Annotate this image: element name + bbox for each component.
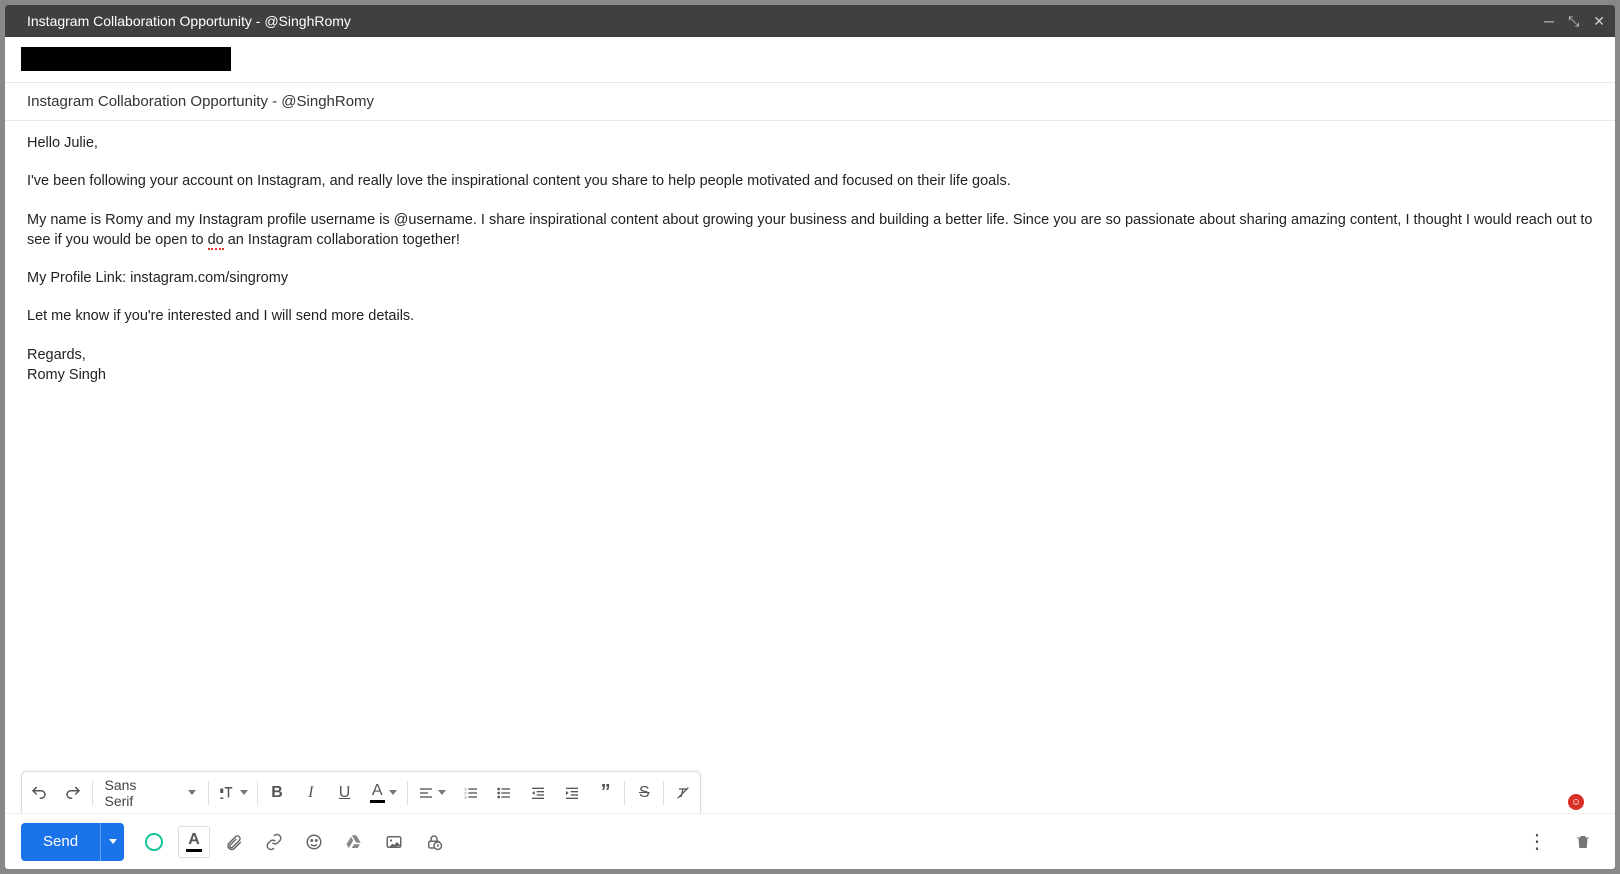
italic-button[interactable]: I — [294, 773, 328, 813]
send-button[interactable]: Send — [21, 823, 100, 861]
recipient-chip-redacted[interactable] — [21, 47, 231, 71]
body-signature: Romy Singh — [27, 365, 1593, 385]
numbered-list-button[interactable]: 123 — [454, 773, 488, 813]
chevron-down-icon — [438, 790, 446, 795]
chevron-down-icon — [240, 790, 248, 795]
body-p2-spellerror: do — [208, 232, 224, 250]
svg-text:3: 3 — [464, 794, 467, 799]
body-p2-after: an Instagram collaboration together! — [224, 232, 460, 248]
insert-emoji-button[interactable] — [298, 826, 330, 858]
body-signoff: Regards, — [27, 345, 1593, 365]
text-color-button[interactable]: A — [361, 773, 405, 813]
attach-file-button[interactable] — [218, 826, 250, 858]
format-toolbar: Sans Serif B I U A 123 — [21, 771, 701, 813]
separator — [624, 781, 625, 805]
bold-button[interactable]: B — [260, 773, 294, 813]
font-family-select[interactable]: Sans Serif — [95, 777, 207, 809]
body-p4: Let me know if you're interested and I w… — [27, 306, 1593, 326]
recipient-row[interactable] — [5, 37, 1615, 83]
redo-button[interactable] — [56, 773, 90, 813]
font-size-button[interactable] — [211, 773, 255, 813]
align-button[interactable] — [410, 773, 454, 813]
discard-draft-button[interactable] — [1567, 826, 1599, 858]
insert-link-button[interactable] — [258, 826, 290, 858]
separator — [257, 781, 258, 805]
separator — [407, 781, 408, 805]
email-body[interactable]: Hello Julie, I've been following your ac… — [5, 121, 1615, 771]
strikethrough-button[interactable]: S — [627, 773, 661, 813]
chevron-down-icon — [109, 839, 117, 844]
font-family-label: Sans Serif — [105, 777, 169, 809]
separator — [92, 781, 93, 805]
compose-window: Instagram Collaboration Opportunity - @S… — [5, 5, 1615, 869]
confidential-mode-button[interactable] — [418, 826, 450, 858]
indent-less-button[interactable] — [521, 773, 555, 813]
titlebar: Instagram Collaboration Opportunity - @S… — [5, 5, 1615, 37]
chevron-down-icon — [188, 790, 196, 795]
indent-more-button[interactable] — [555, 773, 589, 813]
underline-button[interactable]: U — [328, 773, 362, 813]
send-button-group: Send — [21, 823, 124, 861]
body-greeting: Hello Julie, — [27, 133, 1593, 153]
titlebar-actions: ─ ⤡ ✕ — [1544, 14, 1605, 28]
formatting-options-button[interactable]: A — [178, 826, 210, 858]
grammarly-icon[interactable] — [138, 826, 170, 858]
bulleted-list-button[interactable] — [487, 773, 521, 813]
quote-button[interactable]: ” — [589, 773, 623, 813]
separator — [663, 781, 664, 805]
insert-photo-button[interactable] — [378, 826, 410, 858]
subject-input[interactable]: Instagram Collaboration Opportunity - @S… — [5, 83, 1615, 121]
insert-drive-button[interactable] — [338, 826, 370, 858]
undo-button[interactable] — [22, 773, 56, 813]
more-options-button[interactable]: ⋮ — [1521, 826, 1553, 858]
close-icon[interactable]: ✕ — [1593, 14, 1605, 28]
restore-icon[interactable]: ⤡ — [1568, 14, 1579, 28]
bottom-toolbar: Send A ⋮ — [5, 813, 1615, 869]
remove-formatting-button[interactable] — [666, 773, 700, 813]
separator — [208, 781, 209, 805]
send-more-button[interactable] — [100, 823, 124, 861]
body-p1: I've been following your account on Inst… — [27, 171, 1593, 191]
grammarly-badge-icon[interactable]: ☺ — [1568, 794, 1584, 810]
chevron-down-icon — [389, 790, 397, 795]
minimize-icon[interactable]: ─ — [1544, 14, 1554, 28]
window-title: Instagram Collaboration Opportunity - @S… — [27, 13, 351, 29]
body-p3: My Profile Link: instagram.com/singromy — [27, 268, 1593, 288]
